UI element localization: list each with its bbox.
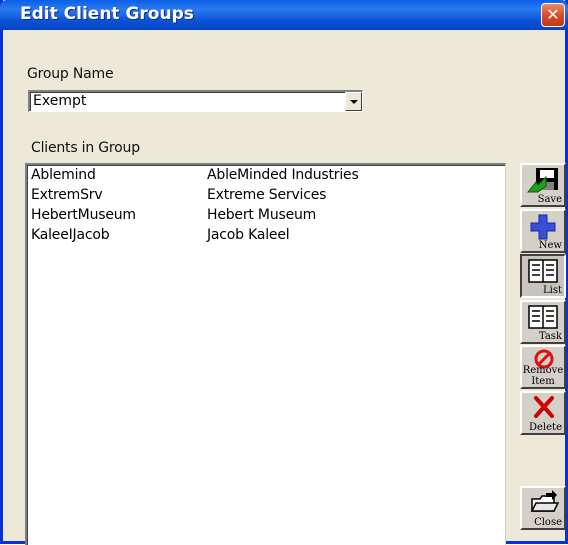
window-title: Edit Client Groups — [20, 4, 194, 24]
title-bar[interactable]: Edit Client Groups ✕ — [0, 0, 568, 30]
save-button[interactable]: Save — [520, 163, 566, 207]
close-icon: ✕ — [546, 5, 560, 24]
remove-label-line2: Item — [531, 376, 555, 387]
client-code: ExtremSrv — [31, 187, 103, 203]
task-view-button[interactable]: Task — [520, 300, 566, 344]
save-label: Save — [537, 194, 562, 205]
new-label: New — [538, 240, 562, 251]
remove-item-label: Remove Item — [522, 365, 564, 387]
remove-label-line1: Remove — [522, 365, 564, 376]
task-label: Task — [538, 331, 562, 342]
list-label: List — [543, 285, 562, 296]
remove-item-button[interactable]: Remove Item — [520, 345, 566, 389]
client-code: KaleeIJacob — [31, 227, 110, 243]
close-label: Close — [534, 517, 562, 528]
clients-in-group-label: Clients in Group — [31, 140, 140, 156]
client-name: AbleMinded Industries — [207, 167, 359, 183]
group-name-label: Group Name — [27, 66, 114, 82]
new-button[interactable]: New — [520, 209, 566, 253]
client-name: Extreme Services — [207, 187, 327, 203]
group-name-value: Exempt — [33, 93, 87, 109]
client-code: Ablemind — [31, 167, 96, 183]
client-name: Hebert Museum — [207, 207, 317, 223]
dropdown-arrow-button[interactable] — [345, 92, 362, 111]
delete-label: Delete — [529, 422, 562, 433]
client-code: HebertMuseum — [31, 207, 136, 223]
clients-list[interactable]: Ablemind AbleMinded Industries ExtremSrv… — [25, 163, 506, 545]
close-window-button[interactable]: ✕ — [541, 3, 565, 27]
client-name: Jacob Kaleel — [207, 227, 290, 243]
group-name-select[interactable]: Exempt — [28, 90, 363, 112]
edit-client-groups-dialog: Edit Client Groups ✕ Group Name Exempt C… — [0, 0, 568, 545]
delete-button[interactable]: Delete — [520, 391, 566, 435]
list-view-button[interactable]: List — [520, 254, 566, 298]
close-button[interactable]: Close — [520, 486, 566, 530]
